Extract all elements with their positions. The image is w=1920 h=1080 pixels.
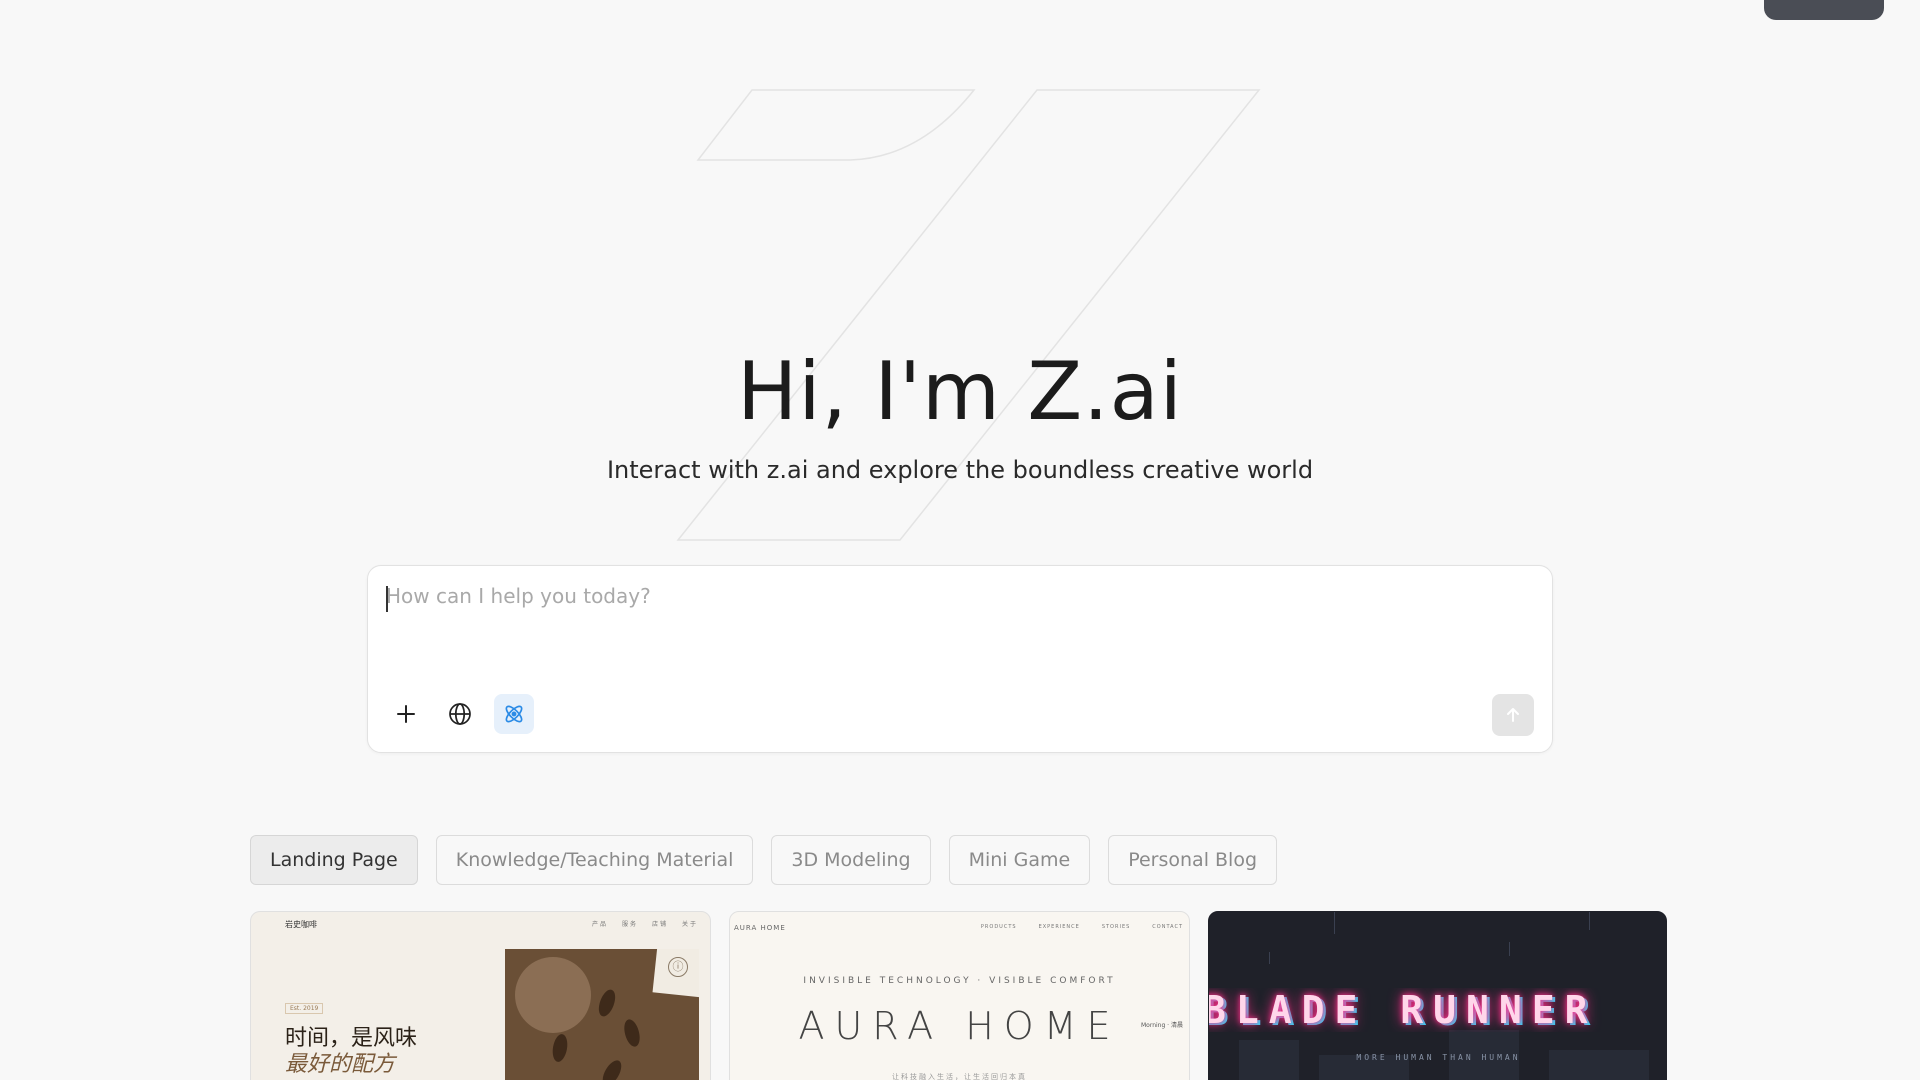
account-button[interactable] bbox=[1764, 0, 1884, 20]
showcase-card-coffee[interactable]: 岩史咖啡 产品 服务 店铺 关于 Est. 2019 时间，是风味 最好的配方 ⓘ bbox=[250, 911, 711, 1080]
card-subtitle: MORE HUMAN THAN HUMAN bbox=[1356, 1053, 1521, 1062]
card-brand: 岩史咖啡 bbox=[285, 920, 317, 929]
hero-subtitle: Interact with z.ai and explore the bound… bbox=[606, 456, 1314, 484]
card-nav-item: 产品 bbox=[591, 921, 608, 928]
tab-3d-modeling[interactable]: 3D Modeling bbox=[771, 835, 931, 885]
showcase-card-aura-home[interactable]: AURA HOME PRODUCTS EXPERIENCE STORIES CONTA… bbox=[729, 911, 1190, 1080]
card-nav-item: 关于 bbox=[681, 921, 698, 928]
card-tag: Est. 2019 bbox=[285, 1003, 324, 1014]
prompt-input[interactable] bbox=[386, 584, 1526, 674]
coffee-bean bbox=[598, 1057, 626, 1080]
text-caret bbox=[386, 586, 388, 612]
card-footnote: 让科技融入生活，让生活回归本真 bbox=[892, 1073, 1027, 1080]
light-glow bbox=[515, 957, 591, 1033]
category-tabs: Landing Page Knowledge/Teaching Material… bbox=[250, 835, 1278, 885]
card-nav-item: CONTACT bbox=[1152, 924, 1183, 930]
coffee-bean bbox=[595, 987, 619, 1019]
card-headline-accent: 最好的配方 bbox=[285, 1052, 396, 1077]
card-nav-item: 店铺 bbox=[651, 921, 668, 928]
rain-streak bbox=[1269, 952, 1270, 964]
card-nav-item: STORIES bbox=[1101, 924, 1131, 930]
hero-title: Hi, I'm Z.ai bbox=[737, 345, 1183, 438]
card-kicker: INVISIBLE TECHNOLOGY · VISIBLE COMFORT bbox=[803, 976, 1116, 986]
showcase-card-blade-runner[interactable]: BLADE RUNNER MORE HUMAN THAN HUMAN bbox=[1208, 911, 1667, 1080]
card-nav-item: EXPERIENCE bbox=[1038, 924, 1080, 930]
card-nav-item: 服务 bbox=[621, 921, 638, 928]
rain-streak bbox=[1334, 912, 1335, 934]
send-button[interactable] bbox=[1492, 694, 1534, 736]
card-title: AURA HOME bbox=[798, 1004, 1121, 1048]
plus-icon bbox=[397, 705, 415, 723]
web-search-button[interactable] bbox=[440, 694, 480, 734]
attach-button[interactable] bbox=[386, 694, 426, 734]
chat-composer bbox=[367, 565, 1553, 753]
card-nav: PRODUCTS EXPERIENCE STORIES CONTACT bbox=[959, 924, 1183, 930]
arrow-up-icon bbox=[1507, 708, 1519, 722]
tab-landing-page[interactable]: Landing Page bbox=[250, 835, 418, 885]
showcase-gallery: 岩史咖啡 产品 服务 店铺 关于 Est. 2019 时间，是风味 最好的配方 ⓘ A… bbox=[250, 911, 1667, 1080]
card-nav-item: PRODUCTS bbox=[980, 924, 1017, 930]
card-title: BLADE RUNNER bbox=[1209, 988, 1598, 1032]
card-nav: 产品 服务 店铺 关于 bbox=[578, 919, 698, 928]
coffee-photo: ⓘ bbox=[505, 949, 699, 1080]
tab-personal-blog[interactable]: Personal Blog bbox=[1108, 835, 1278, 885]
atom-icon bbox=[505, 705, 523, 723]
deep-think-button[interactable] bbox=[494, 694, 534, 734]
rain-streak bbox=[1509, 942, 1510, 956]
coffee-bean bbox=[550, 1032, 570, 1064]
card-brand: AURA HOME bbox=[734, 924, 786, 932]
globe-icon bbox=[449, 703, 471, 725]
coffee-bean bbox=[621, 1017, 643, 1049]
page: Hi, I'm Z.ai Interact with z.ai and expl… bbox=[0, 0, 1920, 1080]
rain-streak bbox=[1589, 912, 1590, 930]
tab-mini-game[interactable]: Mini Game bbox=[948, 835, 1091, 885]
card-side-note: Morning · 清晨 bbox=[1140, 1022, 1183, 1029]
seal-icon: ⓘ bbox=[668, 957, 688, 977]
tab-knowledge-teaching-material[interactable]: Knowledge/Teaching Material bbox=[435, 835, 754, 885]
